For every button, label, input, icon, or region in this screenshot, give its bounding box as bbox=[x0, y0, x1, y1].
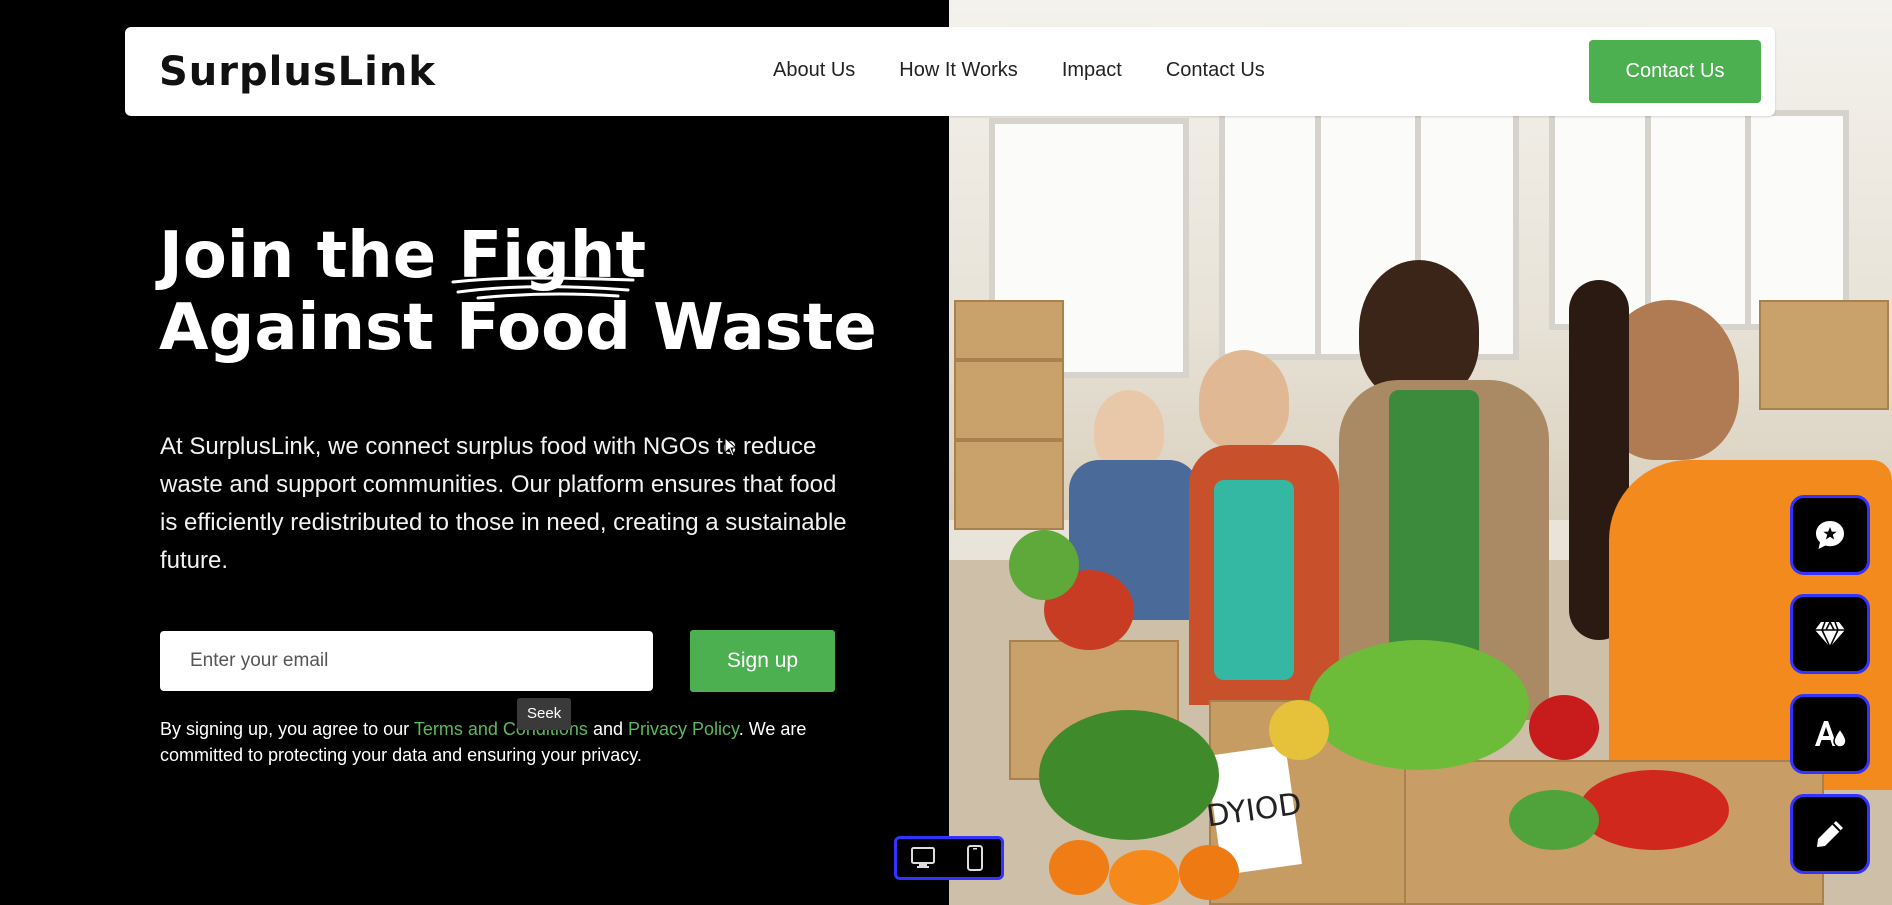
terms-text-and: and bbox=[587, 719, 628, 739]
hero-title: Join the Fight Against Food Waste bbox=[159, 220, 899, 364]
hero-title-end: Against Food Waste bbox=[159, 291, 877, 365]
terms-text-start: By signing up, you agree to our bbox=[160, 719, 414, 739]
email-input[interactable] bbox=[160, 631, 653, 691]
text-color-icon bbox=[1815, 721, 1847, 748]
mouse-cursor-icon bbox=[724, 437, 738, 457]
scribble-underline-icon bbox=[451, 276, 635, 300]
nav-link-contact[interactable]: Contact Us bbox=[1166, 59, 1265, 82]
desktop-icon[interactable] bbox=[903, 840, 943, 876]
nav-link-how-it-works[interactable]: How It Works bbox=[899, 59, 1018, 82]
device-toggle bbox=[894, 836, 1004, 880]
nav-link-impact[interactable]: Impact bbox=[1062, 59, 1122, 82]
logo[interactable]: SurplusLink bbox=[159, 49, 436, 95]
hero-description: At SurplusLink, we connect surplus food … bbox=[160, 433, 847, 574]
text-color-button[interactable] bbox=[1790, 694, 1870, 774]
pencil-icon bbox=[1817, 821, 1843, 847]
signup-button[interactable]: Sign up bbox=[690, 630, 835, 692]
nav-link-about[interactable]: About Us bbox=[773, 59, 855, 82]
navbar: SurplusLink About Us How It Works Impact… bbox=[125, 27, 1775, 116]
chat-star-button[interactable] bbox=[1790, 495, 1870, 575]
contact-us-button[interactable]: Contact Us bbox=[1589, 40, 1761, 103]
chat-star-icon bbox=[1816, 521, 1844, 549]
seek-tooltip: Seek bbox=[517, 698, 572, 730]
diamond-button[interactable] bbox=[1790, 594, 1870, 674]
mobile-icon[interactable] bbox=[955, 840, 995, 876]
pencil-button[interactable] bbox=[1790, 794, 1870, 874]
privacy-policy-link[interactable]: Privacy Policy bbox=[628, 719, 739, 739]
nav-links: About Us How It Works Impact Contact Us bbox=[773, 59, 1265, 82]
hero-title-start: Join the bbox=[159, 219, 459, 293]
hero-photo: DYIOD bbox=[949, 0, 1892, 905]
hero-title-highlight: Fight bbox=[451, 220, 646, 300]
diamond-icon bbox=[1815, 621, 1845, 649]
